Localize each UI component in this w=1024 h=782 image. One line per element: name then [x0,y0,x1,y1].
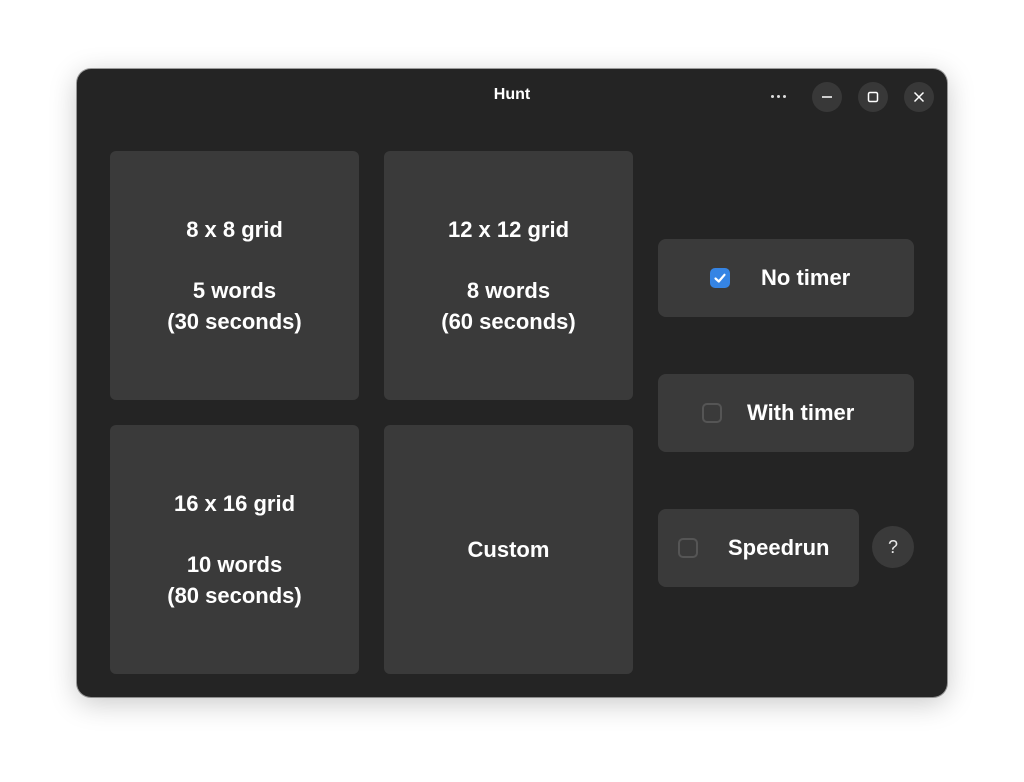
mode-time: (60 seconds) [441,309,576,334]
mode-word-count: 8 words [466,278,551,303]
help-button[interactable]: ? [872,526,914,568]
option-no-timer[interactable]: No timer [658,239,914,317]
mode-tile-16x16[interactable]: 16 x 16 grid 10 words (80 seconds) [110,425,359,674]
close-icon [913,91,925,103]
mode-time: (30 seconds) [167,309,302,334]
mode-grid-size: 12 x 12 grid [447,217,570,242]
minimize-icon [822,96,832,98]
mode-tile-12x12[interactable]: 12 x 12 grid 8 words (60 seconds) [384,151,633,400]
close-button[interactable] [904,82,934,112]
mode-word-count: 10 words [186,552,283,577]
question-mark-icon: ? [887,536,898,557]
with-timer-checkbox[interactable] [702,403,722,423]
mode-grid-size: 16 x 16 grid [173,491,296,516]
minimize-button[interactable] [812,82,842,112]
speedrun-checkbox[interactable] [678,538,698,558]
with-timer-label: With timer [747,400,855,425]
dot-icon [770,94,774,98]
no-timer-label: No timer [761,265,851,290]
speedrun-label: Speedrun [728,535,830,560]
mode-grid-size: 8 x 8 grid [186,217,283,242]
more-options-button[interactable] [765,83,791,109]
option-with-timer[interactable]: With timer [658,374,914,452]
mode-time: (80 seconds) [167,583,302,608]
dot-icon [776,94,780,98]
dot-icon [782,94,786,98]
mode-word-count: 5 words [192,278,277,303]
mode-tile-custom[interactable]: Custom [384,425,633,674]
app-window: Hunt 8 x 8 grid 5 words (30 seconds) 12 … [77,69,947,697]
mode-custom-label: Custom [467,537,550,562]
no-timer-checkbox[interactable] [710,268,730,288]
checkmark-icon [714,273,726,283]
option-speedrun[interactable]: Speedrun [658,509,859,587]
maximize-button[interactable] [858,82,888,112]
maximize-icon [867,91,879,103]
mode-tile-8x8[interactable]: 8 x 8 grid 5 words (30 seconds) [110,151,359,400]
